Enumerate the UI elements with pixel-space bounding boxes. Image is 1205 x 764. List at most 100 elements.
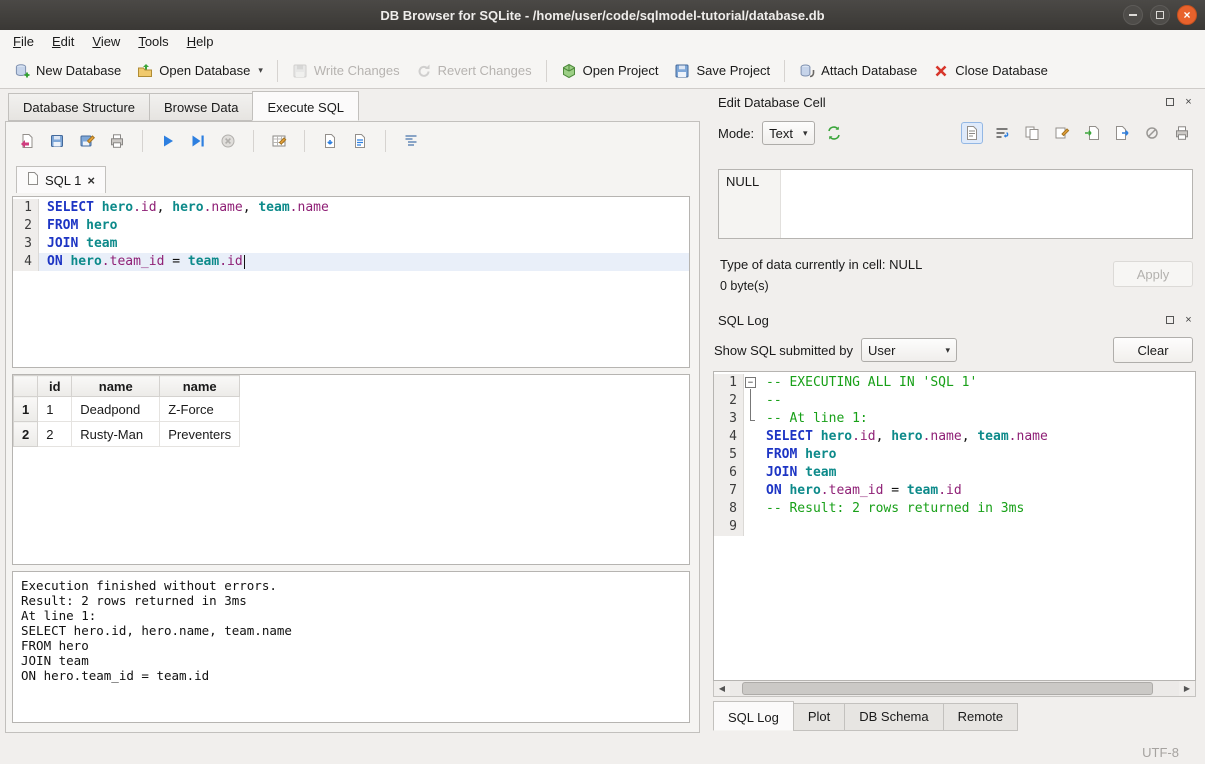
menubar: FileEditViewToolsHelp	[0, 30, 1205, 53]
float-dock-icon[interactable]	[1163, 96, 1176, 109]
close-dock-icon[interactable]: ×	[1182, 96, 1195, 109]
sql-editor[interactable]: 1SELECT hero.id, hero.name, team.name2FR…	[12, 196, 690, 368]
clear-button[interactable]: Clear	[1113, 337, 1193, 363]
scrollbar-track[interactable]	[730, 681, 1179, 696]
maximize-button[interactable]	[1150, 5, 1170, 25]
mode-value: Text	[769, 126, 793, 141]
close-database-button[interactable]: Close Database	[925, 58, 1056, 84]
execute-current-line-icon[interactable]	[187, 130, 209, 152]
mode-select[interactable]: Text ▾	[762, 121, 814, 145]
tab-database-structure[interactable]: Database Structure	[8, 93, 150, 121]
save-project-button[interactable]: Save Project	[666, 58, 778, 84]
results-col-header[interactable]: id	[38, 376, 72, 397]
open-sql-file-icon[interactable]	[16, 130, 38, 152]
menu-tools[interactable]: Tools	[129, 31, 177, 52]
import-icon[interactable]	[1081, 122, 1103, 144]
execute-all-icon[interactable]	[157, 130, 179, 152]
close-dock-icon[interactable]: ×	[1182, 314, 1195, 327]
cell-editor[interactable]: NULL	[718, 169, 1193, 239]
results-cell[interactable]: 2	[38, 422, 72, 447]
line-number: 2	[714, 392, 744, 410]
tab-browse-data[interactable]: Browse Data	[149, 93, 253, 121]
results-row-header[interactable]: 1	[14, 397, 38, 422]
scroll-left-icon[interactable]: ◀	[714, 681, 730, 696]
text-view-icon[interactable]	[961, 122, 983, 144]
export-results-icon[interactable]	[349, 130, 371, 152]
code-line[interactable]: 9	[714, 518, 1195, 536]
code-line[interactable]: 6JOIN team	[714, 464, 1195, 482]
app-window: DB Browser for SQLite - /home/user/code/…	[0, 0, 1205, 764]
results-cell[interactable]: Rusty-Man	[72, 422, 160, 447]
code-line[interactable]: 2--	[714, 392, 1195, 410]
print-icon[interactable]	[106, 130, 128, 152]
minimize-button[interactable]	[1123, 5, 1143, 25]
scrollbar-thumb[interactable]	[742, 682, 1153, 695]
submitted-by-select[interactable]: User ▾	[861, 338, 957, 362]
stop-icon	[217, 130, 239, 152]
open-database-button[interactable]: Open Database ▾	[129, 58, 271, 84]
sql-tab[interactable]: SQL 1 ×	[16, 166, 106, 193]
execute-sql-pane: SQL 1 × 1SELECT hero.id, hero.name, team…	[5, 121, 700, 733]
edit-cell-icon[interactable]	[1051, 122, 1073, 144]
tab-execute-sql[interactable]: Execute SQL	[252, 91, 359, 121]
scroll-right-icon[interactable]: ▶	[1179, 681, 1195, 696]
sql-log-view[interactable]: 1−-- EXECUTING ALL IN 'SQL 1'2--3-- At l…	[713, 371, 1196, 681]
results-col-header[interactable]: name	[72, 376, 160, 397]
results-cell[interactable]: Preventers	[160, 422, 240, 447]
h-scrollbar[interactable]: ◀ ▶	[713, 681, 1196, 697]
save-project-icon	[674, 63, 690, 79]
open-project-button[interactable]: Open Project	[553, 58, 667, 84]
code-line[interactable]: 2FROM hero	[13, 217, 689, 235]
close-button[interactable]: ×	[1177, 5, 1197, 25]
sql-tab-bar: SQL 1 ×	[16, 166, 106, 193]
edit-results-icon[interactable]	[268, 130, 290, 152]
dock-tab-sql-log[interactable]: SQL Log	[713, 701, 794, 731]
code-line[interactable]: 1−-- EXECUTING ALL IN 'SQL 1'	[714, 374, 1195, 392]
document-icon	[27, 172, 39, 188]
attach-database-button[interactable]: Attach Database	[791, 58, 925, 84]
apply-button: Apply	[1113, 261, 1193, 287]
titlebar[interactable]: DB Browser for SQLite - /home/user/code/…	[0, 0, 1205, 30]
menu-view[interactable]: View	[83, 31, 129, 52]
code-line[interactable]: 4SELECT hero.id, hero.name, team.name	[714, 428, 1195, 446]
save-sql-file-icon[interactable]	[46, 130, 68, 152]
dock-tab-remote[interactable]: Remote	[943, 703, 1019, 731]
open-database-icon	[137, 63, 153, 79]
copy-icon[interactable]	[1021, 122, 1043, 144]
code-line[interactable]: 8-- Result: 2 rows returned in 3ms	[714, 500, 1195, 518]
results-cell[interactable]: Z-Force	[160, 397, 240, 422]
word-wrap-icon[interactable]	[991, 122, 1013, 144]
fold-marker[interactable]: −	[744, 374, 758, 392]
code-line[interactable]: 7ON hero.team_id = team.id	[714, 482, 1195, 500]
fold-marker	[744, 392, 758, 410]
menu-file[interactable]: File	[4, 31, 43, 52]
output-pane[interactable]: Execution finished without errors. Resul…	[12, 571, 690, 723]
format-sql-icon[interactable]	[400, 130, 422, 152]
results-row-header[interactable]: 2	[14, 422, 38, 447]
float-dock-icon[interactable]	[1163, 314, 1176, 327]
results-cell[interactable]: 1	[38, 397, 72, 422]
save-sql-as-icon[interactable]	[76, 130, 98, 152]
new-database-button[interactable]: New Database	[6, 58, 129, 84]
code-line[interactable]: 3-- At line 1:	[714, 410, 1195, 428]
code-line[interactable]: 4ON hero.team_id = team.id	[13, 253, 689, 271]
results-col-header[interactable]: name	[160, 376, 240, 397]
auto-switch-mode-icon[interactable]	[823, 122, 845, 144]
attach-database-icon	[799, 63, 815, 79]
line-number: 9	[714, 518, 744, 536]
toolbar-separator	[304, 130, 305, 152]
dock-tab-db-schema[interactable]: DB Schema	[844, 703, 943, 731]
results-corner[interactable]	[14, 376, 38, 397]
save-results-icon[interactable]	[319, 130, 341, 152]
export-icon[interactable]	[1111, 122, 1133, 144]
code-line[interactable]: 5FROM hero	[714, 446, 1195, 464]
results-cell[interactable]: Deadpond	[72, 397, 160, 422]
print-cell-icon[interactable]	[1171, 122, 1193, 144]
menu-help[interactable]: Help	[178, 31, 223, 52]
dock-tab-plot[interactable]: Plot	[793, 703, 845, 731]
code-line[interactable]: 1SELECT hero.id, hero.name, team.name	[13, 199, 689, 217]
menu-edit[interactable]: Edit	[43, 31, 83, 52]
set-null-icon[interactable]	[1141, 122, 1163, 144]
code-line[interactable]: 3JOIN team	[13, 235, 689, 253]
close-sql-tab-icon[interactable]: ×	[87, 173, 95, 188]
